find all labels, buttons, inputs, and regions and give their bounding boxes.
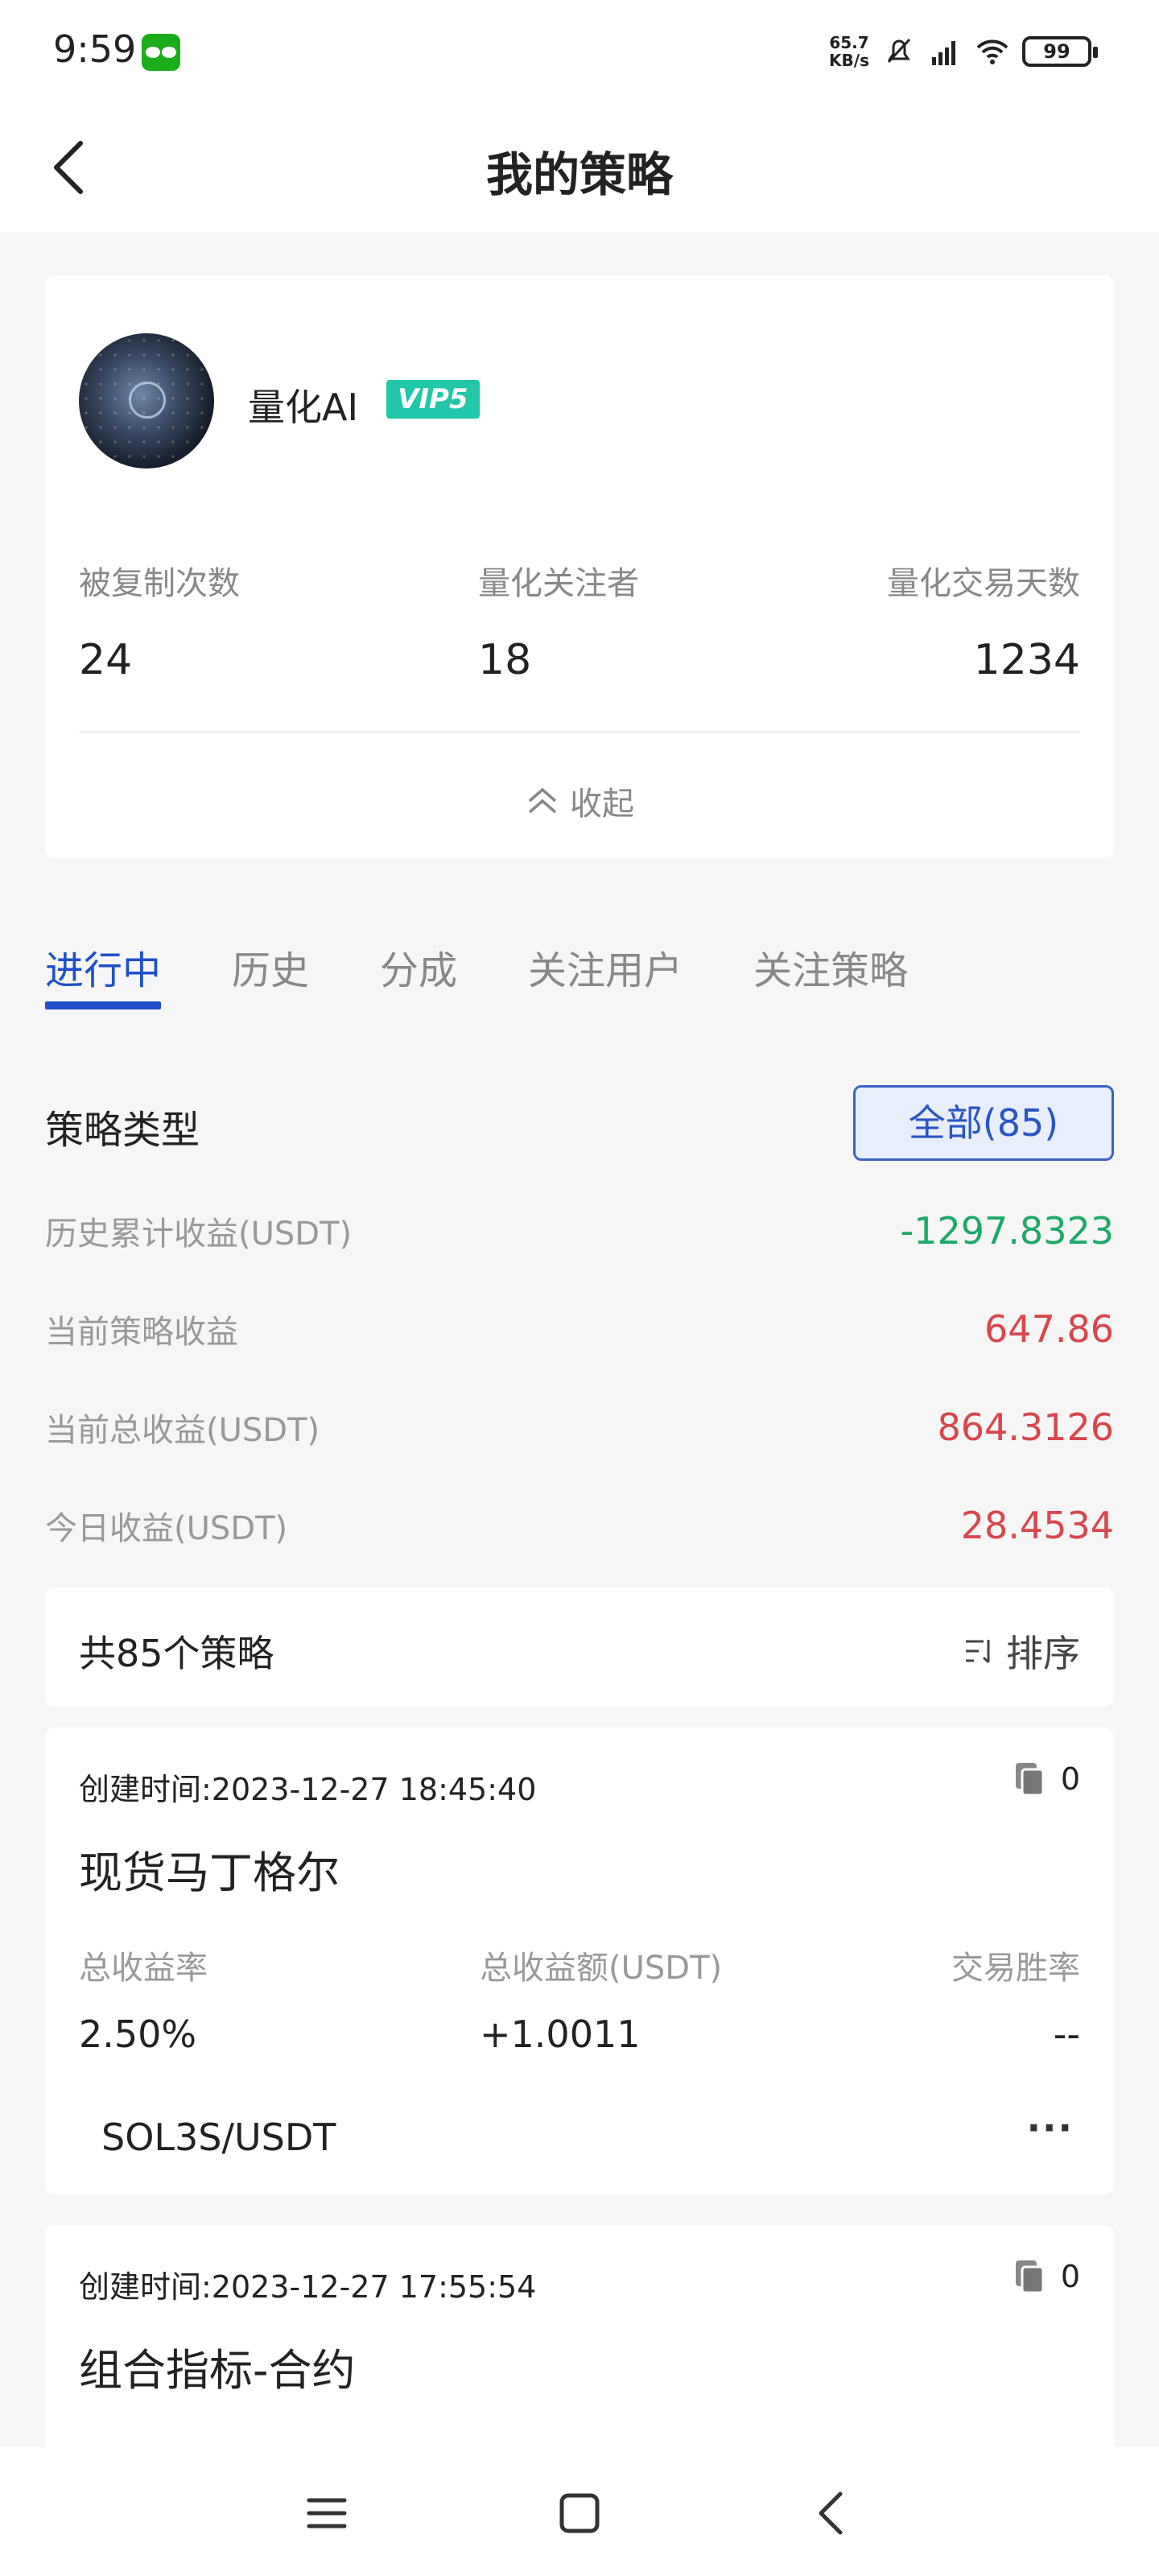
copy-icon bbox=[1015, 1763, 1045, 1797]
signal-icon bbox=[932, 41, 955, 65]
strategy-count-bar: 共85个策略 排序 bbox=[45, 1587, 1114, 1707]
summary-value: 28.4534 bbox=[960, 1504, 1114, 1547]
wifi-icon bbox=[976, 39, 1008, 64]
vip-badge: VIP5 bbox=[386, 380, 480, 419]
stat-label: 量化交易天数 bbox=[887, 565, 1080, 602]
summary-row-today-profit: 今日收益(USDT) 28.4534 bbox=[45, 1502, 1114, 1549]
more-options-icon[interactable]: ··· bbox=[1027, 2106, 1074, 2149]
strategy-name: 现货马丁格尔 bbox=[79, 1847, 340, 1898]
profile-card: 量化AI VIP5 被复制次数 24 量化关注者 18 量化交易天数 1234 … bbox=[45, 275, 1114, 858]
stat-label: 量化关注者 bbox=[478, 565, 639, 602]
sort-icon bbox=[966, 1640, 990, 1664]
summary-value: 864.3126 bbox=[937, 1406, 1115, 1449]
sort-label: 排序 bbox=[1006, 1632, 1080, 1675]
tab-followed-users[interactable]: 关注用户 bbox=[528, 939, 683, 1016]
copy-count[interactable]: 0 bbox=[1013, 2257, 1080, 2296]
home-icon[interactable] bbox=[555, 2489, 604, 2537]
app-header: 我的策略 bbox=[0, 105, 1159, 232]
status-time: 9:59 bbox=[53, 27, 137, 71]
metric-label: 交易胜率 bbox=[951, 1950, 1080, 1987]
strategy-name: 组合指标-合约 bbox=[79, 2345, 356, 2396]
metric-label: 总收益额(USDT) bbox=[480, 1950, 723, 1987]
summary-row-current-strategy-profit: 当前策略收益 647.86 bbox=[45, 1306, 1114, 1352]
wechat-notification-icon bbox=[142, 34, 180, 71]
back-nav-icon[interactable] bbox=[808, 2489, 856, 2537]
strategy-count: 共85个策略 bbox=[79, 1632, 274, 1675]
battery-icon: 99 bbox=[1022, 36, 1098, 67]
copy-count-value: 0 bbox=[1060, 1761, 1080, 1797]
network-speed-unit: KB/s bbox=[829, 51, 869, 70]
menu-icon[interactable] bbox=[303, 2489, 351, 2537]
copy-count[interactable]: 0 bbox=[1013, 1760, 1080, 1798]
summary-label: 当前总收益(USDT) bbox=[45, 1412, 320, 1449]
total-return-rate: 总收益率 2.50% bbox=[79, 1942, 208, 2056]
tab-profit-share[interactable]: 分成 bbox=[380, 939, 457, 1016]
strategy-created-time: 创建时间:2023-12-27 17:55:54 bbox=[79, 2269, 537, 2305]
trading-pair: SOL3S/USDT bbox=[101, 2116, 336, 2159]
stat-value: 1234 bbox=[973, 636, 1080, 684]
system-nav-bar bbox=[0, 2447, 1159, 2576]
tab-in-progress[interactable]: 进行中 bbox=[45, 939, 162, 1016]
metric-value: 2.50% bbox=[79, 2013, 197, 2056]
copy-count-value: 0 bbox=[1060, 2259, 1080, 2294]
metric-value: -- bbox=[1053, 2013, 1080, 2056]
strategy-card[interactable]: 创建时间:2023-12-27 18:45:40 0 现货马丁格尔 总收益率 2… bbox=[45, 1728, 1114, 2194]
win-rate: 交易胜率 -- bbox=[951, 1942, 1080, 2056]
total-return-amount: 总收益额(USDT) +1.0011 bbox=[480, 1942, 722, 2056]
stat-trading-days: 量化交易天数 1234 bbox=[887, 557, 1080, 684]
summary-row-current-total-profit: 当前总收益(USDT) 864.3126 bbox=[45, 1404, 1114, 1451]
collapse-label: 收起 bbox=[570, 786, 634, 823]
username: 量化AI bbox=[248, 386, 359, 429]
tab-history[interactable]: 历史 bbox=[232, 939, 309, 1016]
copy-icon bbox=[1015, 2260, 1045, 2294]
strategy-created-time: 创建时间:2023-12-27 18:45:40 bbox=[79, 1772, 537, 1807]
metric-label: 总收益率 bbox=[79, 1950, 208, 1987]
summary-value: 647.86 bbox=[984, 1307, 1114, 1351]
page-title: 我的策略 bbox=[485, 147, 673, 202]
strategy-type-filter-button[interactable]: 全部(85) bbox=[853, 1085, 1114, 1161]
metric-value: +1.0011 bbox=[480, 2013, 641, 2056]
strategy-card[interactable]: 创建时间:2023-12-27 17:55:54 0 组合指标-合约 bbox=[45, 2225, 1114, 2467]
strategy-type-label: 策略类型 bbox=[45, 1108, 200, 1153]
status-icons: 65.7 KB/s 99 bbox=[829, 29, 1098, 74]
stat-value: 18 bbox=[478, 636, 532, 684]
tab-bar: 进行中 历史 分成 关注用户 关注策略 bbox=[45, 939, 979, 1016]
stat-value: 24 bbox=[79, 636, 133, 684]
stat-copied-count: 被复制次数 24 bbox=[79, 557, 240, 684]
avatar[interactable] bbox=[79, 333, 214, 469]
double-chevron-up-icon bbox=[528, 787, 557, 814]
summary-label: 历史累计收益(USDT) bbox=[45, 1216, 353, 1253]
stat-followers: 量化关注者 18 bbox=[478, 557, 639, 684]
network-speed-value: 65.7 bbox=[829, 33, 869, 52]
summary-row-history-profit: 历史累计收益(USDT) -1297.8323 bbox=[45, 1208, 1114, 1254]
sort-button[interactable]: 排序 bbox=[963, 1624, 1080, 1678]
stat-label: 被复制次数 bbox=[79, 565, 240, 602]
network-speed: 65.7 KB/s bbox=[829, 34, 869, 69]
status-bar: 9:59 65.7 KB/s 99 bbox=[0, 0, 1159, 105]
collapse-button[interactable]: 收起 bbox=[45, 778, 1114, 824]
summary-label: 当前策略收益 bbox=[45, 1314, 238, 1351]
divider bbox=[79, 731, 1080, 733]
summary-value: -1297.8323 bbox=[900, 1209, 1114, 1253]
summary-label: 今日收益(USDT) bbox=[45, 1510, 288, 1547]
mute-bell-icon bbox=[887, 38, 911, 64]
tab-followed-strategies[interactable]: 关注策略 bbox=[753, 939, 908, 1016]
